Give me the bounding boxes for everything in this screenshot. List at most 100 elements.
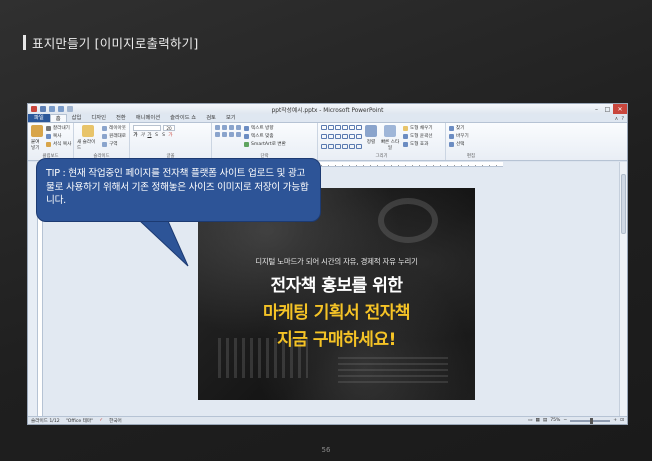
quick-styles-button[interactable]: 빠른 스타일: [380, 139, 400, 151]
copy-button[interactable]: 복사: [46, 133, 71, 139]
layout-button[interactable]: 레이아웃: [102, 125, 126, 131]
quick-access-toolbar: [28, 106, 73, 112]
ribbon-help-area: ∧ ?: [615, 116, 627, 122]
group-font: 20 가 가 가 S S 가 글꼴: [130, 123, 212, 160]
window-controls: – □ ✕: [591, 104, 627, 114]
cut-button[interactable]: 잘라내기: [46, 125, 71, 131]
slide-headline-3[interactable]: 지금 구매하세요!: [198, 325, 475, 350]
align-left-icon[interactable]: [215, 132, 220, 137]
shapes-gallery[interactable]: [321, 125, 362, 152]
new-slide-icon[interactable]: [82, 125, 95, 137]
tip-callout: TIP : 현재 작업중인 페이지를 전자책 플랫폼 사이트 업로드 및 광고물…: [36, 158, 321, 222]
vertical-scrollbar[interactable]: [619, 162, 627, 416]
underline-button[interactable]: 가: [147, 133, 152, 138]
align-text-button[interactable]: 텍스트 맞춤: [244, 133, 286, 139]
slide-headline-2[interactable]: 마케팅 기획서 전자책: [198, 298, 475, 323]
slide-subtitle[interactable]: 디지털 노마드가 되어 시간의 자유, 경제적 자유 누리기: [198, 256, 475, 267]
tab-transitions[interactable]: 전환: [111, 114, 131, 122]
maximize-button[interactable]: □: [602, 104, 613, 114]
reset-icon: [102, 133, 108, 139]
group-slides: 새 슬라이드 레이아웃 원래대로 구역 슬라이드: [74, 123, 130, 160]
page-title: 표지만들기 [이미지로출력하기]: [23, 33, 198, 51]
group-paragraph: 텍스트 방향 텍스트 맞춤 SmartArt로 변환 단락: [212, 123, 318, 160]
tab-view[interactable]: 보기: [221, 114, 241, 122]
format-painter-button[interactable]: 서식 복사: [46, 141, 71, 147]
slide-headline-1[interactable]: 전자책 홍보를 위한: [198, 271, 475, 296]
replace-button[interactable]: 바꾸기: [449, 133, 469, 139]
quick-styles-icon[interactable]: [384, 125, 396, 137]
align-center-icon[interactable]: [222, 132, 227, 137]
ribbon-home: 붙여넣기 잘라내기 복사 서식 복사 클립보드 새 슬라이드 레이아웃 원래대로…: [28, 123, 627, 161]
arrange-button[interactable]: 정렬: [367, 139, 375, 145]
status-language[interactable]: 한국어: [109, 418, 122, 424]
slide-background-texture: [338, 353, 448, 383]
status-right: ▭ ▦ ▤ 75% − + ⊡: [528, 417, 624, 424]
smartart-button[interactable]: SmartArt로 변환: [244, 141, 286, 147]
undo-icon[interactable]: [49, 106, 55, 112]
status-zoom[interactable]: 75%: [550, 418, 560, 423]
scrollbar-thumb[interactable]: [621, 174, 626, 234]
zoom-out-icon[interactable]: −: [563, 418, 567, 423]
close-button[interactable]: ✕: [613, 104, 627, 114]
binoculars-icon: [449, 125, 454, 131]
font-size-input[interactable]: 20: [163, 125, 175, 131]
status-bar: 슬라이드 1/12 "Office 테마" ✓ 한국어 ▭ ▦ ▤ 75% − …: [28, 416, 627, 424]
new-slide-button[interactable]: 새 슬라이드: [77, 139, 99, 151]
shape-outline-button[interactable]: 도형 윤곽선: [403, 133, 433, 139]
paste-icon[interactable]: [31, 125, 43, 137]
section-button[interactable]: 구역: [102, 141, 126, 147]
justify-icon[interactable]: [236, 132, 241, 137]
italic-button[interactable]: 가: [140, 133, 145, 138]
tab-home[interactable]: 홈: [49, 114, 67, 122]
view-reading-icon[interactable]: ▤: [543, 418, 547, 423]
arrange-icon[interactable]: [365, 125, 377, 137]
paste-button[interactable]: 붙여넣기: [31, 139, 43, 151]
minimize-button[interactable]: –: [591, 104, 602, 114]
tab-design[interactable]: 디자인: [86, 114, 111, 122]
indent-icon[interactable]: [229, 125, 234, 130]
help-icon[interactable]: ?: [621, 116, 624, 122]
ribbon-tabs: 파일 홈 삽입 디자인 전환 애니메이션 슬라이드 쇼 검토 보기 ∧ ?: [28, 114, 627, 123]
window-title: ppt작성예시.pptx - Microsoft PowerPoint: [271, 107, 384, 114]
redo-icon[interactable]: [58, 106, 64, 112]
view-normal-icon[interactable]: ▭: [528, 418, 532, 423]
spellcheck-icon[interactable]: ✓: [99, 418, 103, 423]
cursor-icon: [449, 141, 454, 147]
text-direction-icon: [244, 125, 249, 131]
group-label-editing: 편집: [466, 154, 476, 159]
view-sorter-icon[interactable]: ▦: [536, 418, 540, 423]
group-label-drawing: 그리기: [375, 154, 388, 159]
shape-effects-button[interactable]: 도형 효과: [403, 141, 433, 147]
save-icon[interactable]: [40, 106, 46, 112]
zoom-slider-knob[interactable]: [590, 417, 594, 424]
tab-review[interactable]: 검토: [201, 114, 221, 122]
powerpoint-logo-icon: [31, 106, 37, 112]
zoom-in-icon[interactable]: +: [613, 418, 617, 423]
fit-slide-icon[interactable]: ⊡: [620, 418, 624, 423]
shadow-button[interactable]: S: [161, 133, 166, 138]
numbering-icon[interactable]: [222, 125, 227, 130]
reset-button[interactable]: 원래대로: [102, 133, 126, 139]
tab-slideshow[interactable]: 슬라이드 쇼: [165, 114, 201, 122]
customize-qat-icon[interactable]: [67, 106, 73, 112]
font-name-input[interactable]: [133, 125, 161, 131]
bullets-icon[interactable]: [215, 125, 220, 130]
zoom-slider[interactable]: [570, 417, 611, 424]
font-color-button[interactable]: 가: [168, 133, 173, 138]
tab-animations[interactable]: 애니메이션: [131, 114, 165, 122]
line-spacing-icon[interactable]: [236, 125, 241, 130]
scissors-icon: [46, 125, 51, 131]
text-direction-button[interactable]: 텍스트 방향: [244, 125, 286, 131]
strikethrough-button[interactable]: S: [154, 133, 159, 138]
status-slide-info: 슬라이드 1/12: [31, 418, 60, 424]
tab-insert[interactable]: 삽입: [67, 114, 87, 122]
shape-fill-button[interactable]: 도형 채우기: [403, 125, 433, 131]
bold-button[interactable]: 가: [133, 133, 138, 138]
find-button[interactable]: 찾기: [449, 125, 469, 131]
select-button[interactable]: 선택: [449, 141, 469, 147]
align-right-icon[interactable]: [229, 132, 234, 137]
tab-file[interactable]: 파일: [28, 114, 50, 122]
layout-icon: [102, 125, 108, 131]
status-theme: "Office 테마": [65, 418, 94, 424]
collapse-ribbon-icon[interactable]: ∧: [615, 116, 619, 122]
